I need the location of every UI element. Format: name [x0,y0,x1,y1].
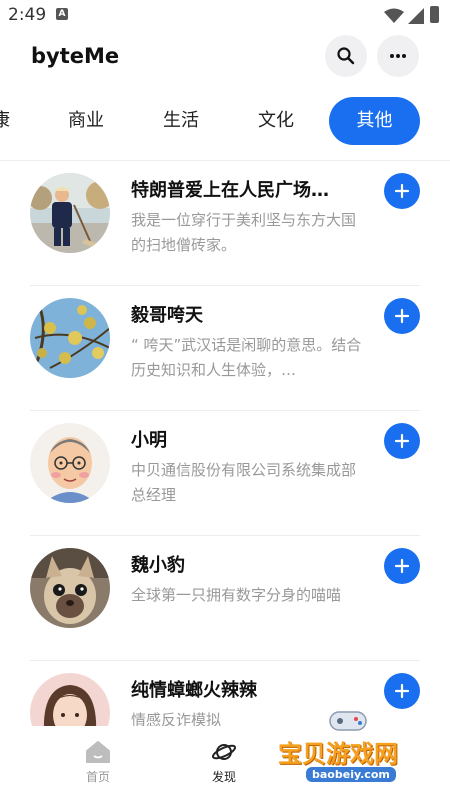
nav-home[interactable]: 首页 [68,740,128,785]
signal-icon [408,8,424,24]
nav-discover-label: 发现 [211,770,236,784]
item-name: 纯情蟑螂火辣辣 [131,680,257,701]
app-bar: byteMe [0,30,450,86]
planet-icon [211,744,237,760]
item-name: 毅哥咵天 [131,305,203,326]
list-item[interactable]: 毅哥咵天 “ 咵天”武汉话是闲聊的意思。结合历史知识和人生体验，… [0,286,450,411]
more-button[interactable] [377,35,419,77]
battery-icon [430,6,439,23]
more-icon [390,54,406,58]
add-button[interactable] [384,173,420,209]
status-time: 2:49 [8,5,47,25]
avatar [30,548,110,628]
tab-other[interactable]: 其他 [329,97,420,145]
status-bar: 2:49 A [0,0,450,30]
search-icon [337,47,355,65]
plus-icon [394,683,410,699]
item-description: 我是一位穿行于美利坚与东方大国的扫地僧砖家。 [131,211,357,254]
man-sweeping-photo-icon [30,173,110,253]
avatar [30,423,110,503]
list-item[interactable]: 魏小豹 全球第一只拥有数字分身的喵喵 [0,536,450,661]
notification-icon: A [56,8,68,20]
item-description: 全球第一只拥有数字分身的喵喵 [131,586,342,604]
watermark: 宝贝游戏网 baobeiy.com [270,700,450,800]
cartoon-man-glasses-icon [30,423,110,503]
watermark-url: baobeiy.com [306,767,396,782]
agent-list: 特朗普爱上在人民广场… 我是一位穿行于美利坚与东方大国的扫地僧砖家。 毅哥咵天 … [0,161,450,726]
search-button[interactable] [325,35,367,77]
avatar [30,673,110,726]
tab-life[interactable]: 生活 [151,97,211,145]
gamepad-icon [329,711,367,731]
home-icon [86,741,110,763]
add-button[interactable] [384,423,420,459]
nav-discover[interactable]: 发现 [194,740,254,785]
cat-photo-icon [30,548,110,628]
plus-icon [394,308,410,324]
item-name: 魏小豹 [131,555,185,576]
category-tabs: 康 商业 生活 文化 其他 [0,97,450,151]
woman-photo-icon [30,673,110,726]
add-button[interactable] [384,298,420,334]
wifi-icon [384,8,404,23]
watermark-text: 宝贝游戏网 [278,740,398,768]
item-description: 中贝通信股份有限公司系统集成部总经理 [131,461,357,504]
list-item[interactable]: 小明 中贝通信股份有限公司系统集成部总经理 [0,411,450,536]
tab-health[interactable]: 康 [0,97,12,145]
avatar [30,173,110,253]
item-name: 小明 [131,430,167,451]
tree-sky-photo-icon [30,298,110,378]
tab-culture[interactable]: 文化 [246,97,306,145]
avatar [30,298,110,378]
item-description: “ 咵天”武汉话是闲聊的意思。结合历史知识和人生体验，… [131,336,362,379]
plus-icon [394,183,410,199]
add-button[interactable] [384,548,420,584]
plus-icon [394,433,410,449]
app-title: byteMe [31,44,120,68]
plus-icon [394,558,410,574]
tab-business[interactable]: 商业 [56,97,116,145]
item-name: 特朗普爱上在人民广场… [131,180,329,201]
nav-home-label: 首页 [85,770,110,784]
list-item[interactable]: 特朗普爱上在人民广场… 我是一位穿行于美利坚与东方大国的扫地僧砖家。 [0,161,450,286]
